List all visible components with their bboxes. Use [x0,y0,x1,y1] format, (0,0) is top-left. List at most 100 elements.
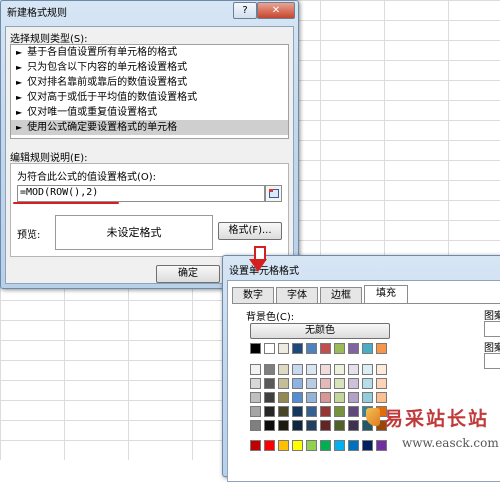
color-swatch[interactable] [264,378,275,389]
color-swatch[interactable] [362,364,373,375]
no-color-button[interactable]: 无颜色 [250,323,390,339]
color-swatch[interactable] [334,406,345,417]
color-swatch[interactable] [320,420,331,431]
color-swatch[interactable] [320,406,331,417]
color-swatch[interactable] [292,343,303,354]
color-swatch[interactable] [362,343,373,354]
color-swatch[interactable] [250,343,261,354]
color-swatch[interactable] [292,420,303,431]
rule-type-item[interactable]: ► 基于各自值设置所有单元格的格式 [11,45,288,60]
color-swatch[interactable] [250,420,261,431]
color-swatch[interactable] [306,406,317,417]
color-swatch[interactable] [320,343,331,354]
color-swatch[interactable] [376,378,387,389]
close-icon[interactable]: ✕ [257,2,295,19]
color-swatch[interactable] [264,343,275,354]
pattern-style-select[interactable] [484,353,500,369]
color-swatch[interactable] [264,406,275,417]
color-swatch[interactable] [306,420,317,431]
tab-fill[interactable]: 填充 [364,285,408,303]
color-swatch[interactable] [264,420,275,431]
tab-number[interactable]: 数字 [232,287,274,303]
down-arrow-annotation [249,246,267,274]
color-swatch[interactable] [250,406,261,417]
color-swatch[interactable] [278,364,289,375]
color-swatch[interactable] [306,343,317,354]
color-swatch[interactable] [320,440,331,451]
preview-label: 预览: [17,230,41,241]
formula-input[interactable]: =MOD(ROW(),2) [17,185,265,202]
color-swatch[interactable] [278,406,289,417]
rule-type-item[interactable]: ► 仅对高于或低于平均值的数值设置格式 [11,90,288,105]
color-swatch[interactable] [348,378,359,389]
color-swatch[interactable] [306,440,317,451]
color-swatch[interactable] [278,343,289,354]
color-swatch[interactable] [292,440,303,451]
format-body: 数字 字体 边框 填充 背景色(C): 无颜色 图案 图案 [227,280,500,482]
color-swatch[interactable] [348,392,359,403]
tab-border[interactable]: 边框 [320,287,362,303]
color-swatch[interactable] [264,364,275,375]
color-swatch[interactable] [348,406,359,417]
color-swatch[interactable] [334,392,345,403]
color-swatch[interactable] [278,392,289,403]
rule-type-item[interactable]: ► 仅对唯一值或重复值设置格式 [11,105,288,120]
color-swatch[interactable] [292,364,303,375]
rule-type-label: 仅对唯一值或重复值设置格式 [27,107,158,118]
color-swatch[interactable] [348,420,359,431]
rule-type-item[interactable]: ► 仅对排名靠前或靠后的数值设置格式 [11,75,288,90]
rule-type-list[interactable]: ► 基于各自值设置所有单元格的格式 ► 只为包含以下内容的单元格设置格式 ► 仅对排名靠前… [10,44,289,139]
help-icon[interactable]: ? [233,2,257,19]
underline-annotation [13,202,119,204]
rule-type-item[interactable]: ► 只为包含以下内容的单元格设置格式 [11,60,288,75]
color-swatch[interactable] [362,440,373,451]
color-swatch[interactable] [264,440,275,451]
color-swatch[interactable] [320,364,331,375]
color-swatch[interactable] [376,364,387,375]
color-swatch[interactable] [278,420,289,431]
color-swatch[interactable] [334,378,345,389]
format-button[interactable]: 格式(F)... [218,222,282,240]
color-swatch[interactable] [376,343,387,354]
color-swatch[interactable] [306,378,317,389]
collapse-dialog-icon[interactable] [265,185,282,202]
arrow-right-icon: ► [16,78,23,87]
color-swatch[interactable] [334,343,345,354]
color-swatch[interactable] [320,378,331,389]
color-swatch[interactable] [278,378,289,389]
color-swatch[interactable] [334,440,345,451]
pattern-style-label: 图案 [484,343,500,354]
color-swatch[interactable] [306,392,317,403]
color-swatch[interactable] [306,364,317,375]
rule-description-box: 为符合此公式的值设置格式(O): =MOD(ROW(),2) 预览: 未设定格式… [10,163,289,257]
color-swatch[interactable] [348,343,359,354]
color-swatch[interactable] [292,406,303,417]
edit-rule-label: 编辑规则说明(E): [10,153,88,164]
format-tabs: 数字 字体 边框 填充 [232,285,432,303]
color-swatch[interactable] [250,364,261,375]
color-swatch[interactable] [278,440,289,451]
color-swatch[interactable] [250,440,261,451]
color-swatch[interactable] [292,378,303,389]
color-swatch[interactable] [348,364,359,375]
rule-type-label: 仅对排名靠前或靠后的数值设置格式 [27,77,188,88]
color-swatch[interactable] [376,440,387,451]
color-swatch[interactable] [334,364,345,375]
rule-type-item[interactable]: ► 使用公式确定要设置格式的单元格 [11,120,288,135]
color-swatch[interactable] [362,378,373,389]
color-swatch[interactable] [320,392,331,403]
color-swatch[interactable] [250,378,261,389]
watermark-brand: 易采站长站 [384,408,490,430]
color-swatch[interactable] [250,392,261,403]
rule-type-label: 使用公式确定要设置格式的单元格 [27,122,178,133]
pattern-color-select[interactable] [484,321,500,337]
color-swatch[interactable] [292,392,303,403]
color-swatch[interactable] [334,420,345,431]
color-swatch[interactable] [264,392,275,403]
rule-type-label: 基于各自值设置所有单元格的格式 [27,47,178,58]
color-swatch[interactable] [376,392,387,403]
color-swatch[interactable] [362,392,373,403]
tab-font[interactable]: 字体 [276,287,318,303]
ok-button[interactable]: 确定 [156,265,220,283]
color-swatch[interactable] [348,440,359,451]
